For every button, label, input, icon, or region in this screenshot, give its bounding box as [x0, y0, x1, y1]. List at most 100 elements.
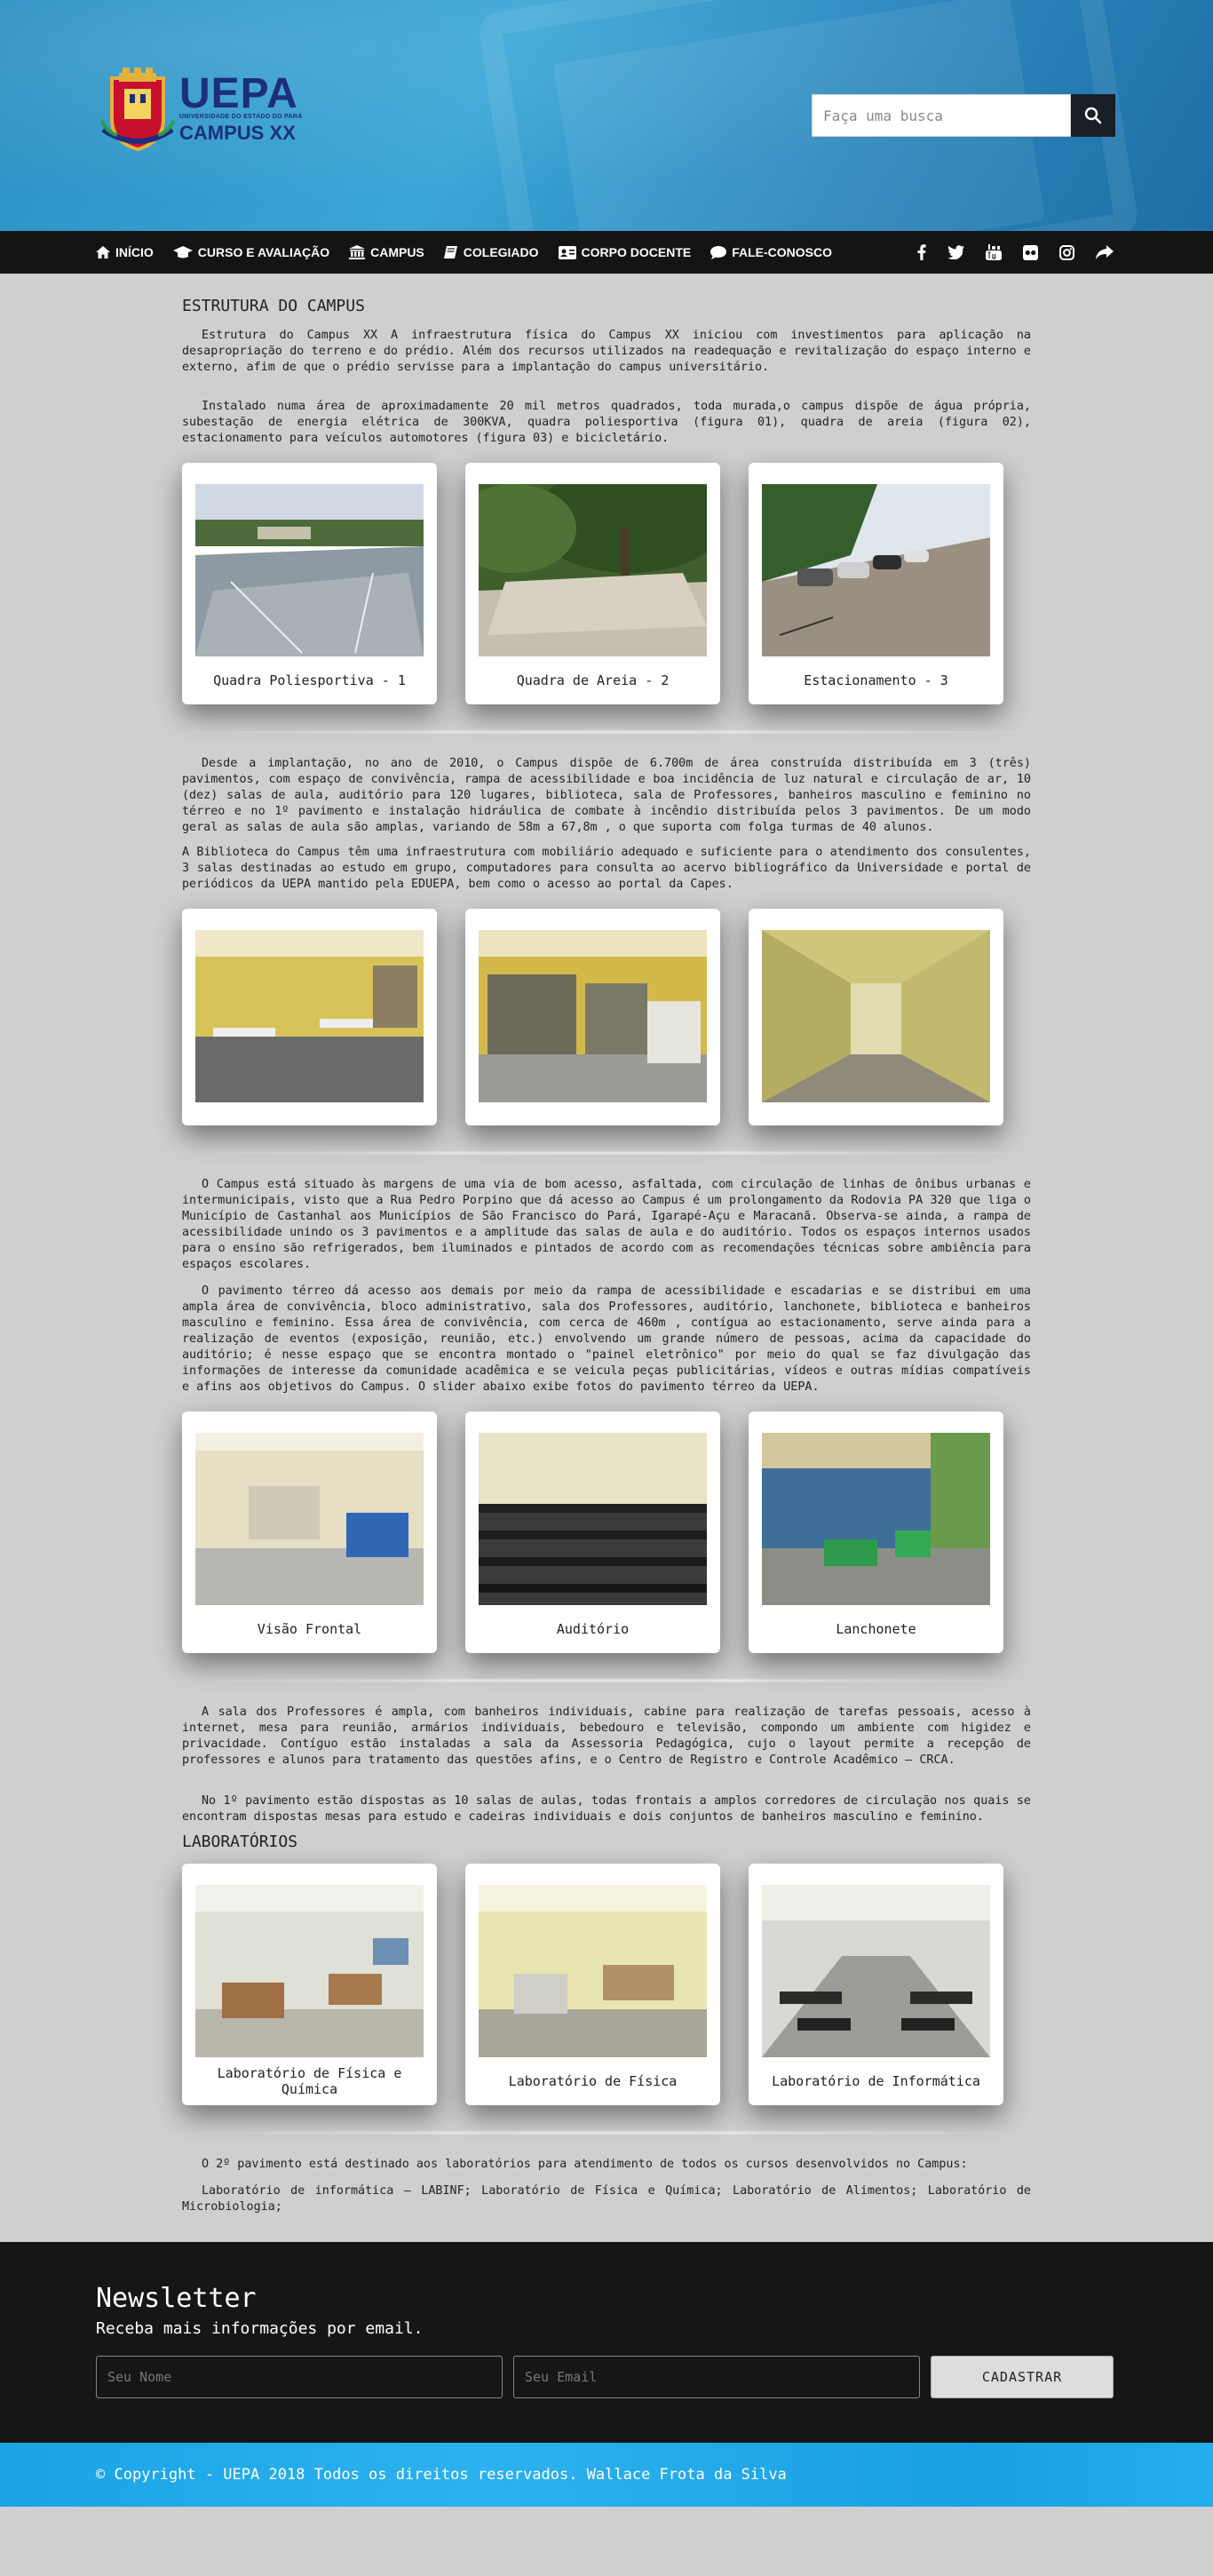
logo-title: UEPA [179, 69, 298, 117]
section-divider [149, 2130, 1064, 2135]
photo-card[interactable]: Laboratório de Informática [749, 1864, 1003, 2105]
nav-item-colegiado[interactable]: COLEGIADO [443, 245, 539, 259]
paragraph-primeiro-pavimento: No 1º pavimento estão dispostas as 10 sa… [182, 1794, 1031, 1824]
header-banner: UEPA UNIVERSIDADE DO ESTADO DO PARÁ CAMP… [0, 0, 1213, 231]
social-links [896, 244, 1114, 260]
main-navbar: INÍCIO CURSO E AVALIAÇÃO CAMPUS COLEGIAD… [0, 231, 1213, 274]
section-title-estrutura: ESTRUTURA DO CAMPUS [182, 297, 365, 315]
nav-item-fale-conosco[interactable]: FALE-CONOSCO [710, 245, 832, 259]
book-icon [443, 246, 457, 258]
paragraph-intro: Estrutura do Campus XX A infraestrutura … [182, 329, 1031, 374]
facebook-icon[interactable] [917, 244, 926, 260]
photo-card[interactable] [182, 909, 437, 1125]
email-field[interactable] [513, 2356, 920, 2398]
share-icon[interactable] [1096, 245, 1114, 259]
photo-lab-informatica [762, 1885, 990, 2057]
photo-card[interactable]: Auditório [465, 1411, 720, 1653]
photo-card[interactable]: Lanchonete [749, 1411, 1003, 1653]
subscribe-button[interactable]: CADASTRAR [931, 2356, 1114, 2398]
chat-icon [710, 245, 727, 259]
newsletter-title: Newsletter [96, 2283, 257, 2314]
nav-item-label: CAMPUS [370, 245, 424, 259]
photo-caption: Laboratório de Informática [772, 2073, 980, 2089]
photo-gallery-biblioteca [182, 909, 1031, 1125]
nav-item-corpo-docente[interactable]: CORPO DOCENTE [558, 245, 692, 259]
photo-biblioteca-1 [195, 930, 424, 1102]
photo-caption: Auditório [556, 1621, 630, 1637]
photo-gallery-laboratorios: Laboratório de Física e Química Laborató… [182, 1864, 1031, 2105]
photo-estacionamento [762, 484, 990, 656]
section-divider [149, 1150, 1064, 1156]
photo-caption: Visão Frontal [257, 1621, 362, 1637]
photo-caption: Laboratório de Física e Química [217, 2065, 402, 2097]
paragraph-lista-laboratorios: Laboratório de informática – LABINF; Lab… [182, 2184, 1031, 2214]
section-divider [149, 729, 1064, 735]
photo-caption: Laboratório de Física [508, 2073, 678, 2089]
search-form [812, 94, 1115, 137]
section-divider [149, 1678, 1064, 1683]
photo-lab-fisica [479, 1885, 707, 2057]
instagram-icon[interactable] [1059, 244, 1074, 260]
photo-gallery-terreo: Visão Frontal Auditório Lanchonete [182, 1411, 1031, 1653]
photo-quadra-poliesportiva [195, 484, 424, 656]
graduation-cap-icon [172, 246, 193, 258]
section-title-laboratorios: LABORATÓRIOS [182, 1833, 298, 1851]
nav-item-label: CORPO DOCENTE [581, 245, 692, 259]
photo-lanchonete [762, 1433, 990, 1605]
copyright-bar: © Copyright - UEPA 2018 Todos os direito… [0, 2443, 1213, 2507]
site-logo[interactable]: UEPA UNIVERSIDADE DO ESTADO DO PARÁ CAMP… [99, 68, 303, 152]
flickr-icon[interactable] [1023, 244, 1038, 260]
photo-caption: Lanchonete [836, 1621, 916, 1637]
photo-caption: Quadra de Areia - 2 [516, 672, 670, 688]
search-button[interactable] [1071, 94, 1115, 137]
photo-caption: Quadra Poliesportiva - 1 [213, 672, 406, 688]
youtube-icon[interactable] [986, 244, 1002, 260]
paragraph-sala-professores: A sala dos Professores é ampla, com banh… [182, 1705, 1031, 1767]
nav-item-inicio[interactable]: INÍCIO [96, 245, 154, 259]
photo-visao-frontal [195, 1433, 424, 1605]
photo-card[interactable] [749, 909, 1003, 1125]
paragraph-biblioteca: A Biblioteca do Campus têm uma infraestr… [182, 846, 1031, 891]
photo-card[interactable]: Laboratório de Física [465, 1864, 720, 2105]
photo-card[interactable] [465, 909, 720, 1125]
nav-menu: INÍCIO CURSO E AVALIAÇÃO CAMPUS COLEGIAD… [96, 245, 852, 259]
university-icon [349, 245, 366, 259]
paragraph-area: Instalado numa área de aproximadamente 2… [182, 400, 1031, 445]
photo-caption: Estacionamento - 3 [804, 672, 948, 688]
photo-card[interactable]: Laboratório de Física e Química [182, 1864, 437, 2105]
nav-item-curso[interactable]: CURSO E AVALIAÇÃO [172, 245, 330, 259]
photo-quadra-areia [479, 484, 707, 656]
home-icon [96, 246, 110, 258]
photo-card[interactable]: Quadra Poliesportiva - 1 [182, 463, 437, 704]
logo-campus: CAMPUS XX [179, 121, 296, 144]
search-icon [1084, 107, 1102, 124]
newsletter-form: CADASTRAR [96, 2356, 1117, 2398]
paragraph-pavimento-terreo: O pavimento térreo dá acesso aos demais … [182, 1284, 1031, 1394]
main-content: ESTRUTURA DO CAMPUS Estrutura do Campus … [0, 274, 1213, 2242]
paragraph-localizacao: O Campus está situado às margens de uma … [182, 1178, 1031, 1271]
newsletter-lead: Receba mais informações por email. [96, 2319, 424, 2338]
photo-biblioteca-3 [762, 930, 990, 1102]
photo-card[interactable]: Visão Frontal [182, 1411, 437, 1653]
id-card-icon [558, 245, 576, 259]
nav-item-label: COLEGIADO [463, 245, 539, 259]
photo-biblioteca-2 [479, 930, 707, 1102]
nav-item-campus[interactable]: CAMPUS [349, 245, 424, 259]
twitter-icon[interactable] [947, 245, 964, 259]
paragraph-segundo-pavimento: O 2º pavimento está destinado aos labora… [202, 2158, 968, 2171]
photo-auditorio [479, 1433, 707, 1605]
nav-item-label: INÍCIO [115, 245, 154, 259]
photo-gallery-exterior: Quadra Poliesportiva - 1 Quadra de Areia… [182, 463, 1031, 704]
photo-card[interactable]: Estacionamento - 3 [749, 463, 1003, 704]
newsletter-section: Newsletter Receba mais informações por e… [0, 2242, 1213, 2443]
crest-icon [99, 68, 176, 152]
copyright-text: © Copyright - UEPA 2018 Todos os direito… [96, 2466, 787, 2484]
paragraph-implantacao: Desde a implantação, no ano de 2010, o C… [182, 757, 1031, 834]
photo-card[interactable]: Quadra de Areia - 2 [465, 463, 720, 704]
logo-subtitle: UNIVERSIDADE DO ESTADO DO PARÁ [179, 113, 303, 120]
name-field[interactable] [96, 2356, 503, 2398]
search-input[interactable] [812, 94, 1071, 137]
nav-item-label: CURSO E AVALIAÇÃO [197, 245, 330, 259]
nav-item-label: FALE-CONOSCO [732, 245, 833, 259]
photo-lab-fisica-quimica [195, 1885, 424, 2057]
